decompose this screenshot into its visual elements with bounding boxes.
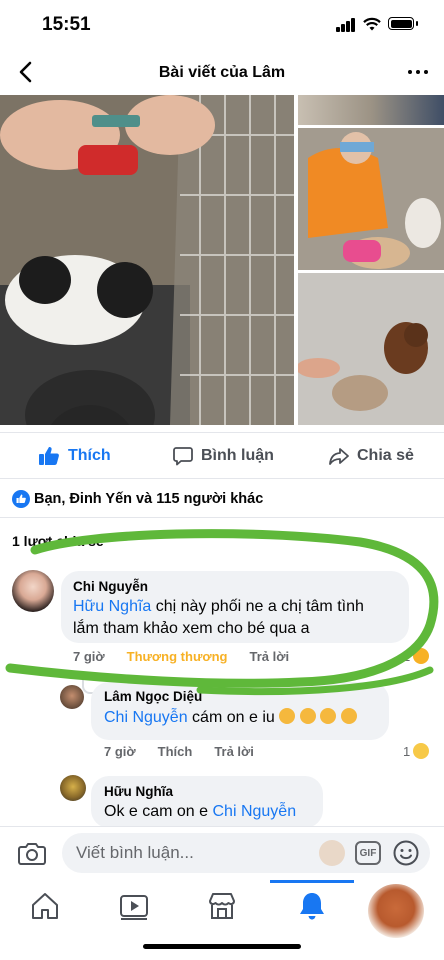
video-icon[interactable]: [118, 890, 150, 922]
nav-header: Bài viết của Lâm: [0, 52, 444, 92]
mention-link[interactable]: Chi Nguyễn: [104, 709, 188, 726]
photo-grid[interactable]: [0, 95, 444, 425]
comment-time: 7 giờ: [104, 744, 136, 759]
more-icon[interactable]: [406, 64, 430, 80]
home-indicator: [143, 944, 301, 949]
post-photo-4[interactable]: [298, 273, 444, 425]
comment-item: Chi Nguyễn Hữu Nghĩa chị này phối ne a c…: [0, 560, 444, 670]
comment-author[interactable]: Lâm Ngọc Diệu: [104, 689, 202, 704]
post-action-bar: Thích Bình luận Chia sẻ: [0, 432, 444, 478]
speech-bubble-icon: [173, 447, 193, 466]
battery-icon: [388, 17, 414, 30]
reply-button[interactable]: Trả lời: [214, 744, 254, 759]
reaction-summary[interactable]: Bạn, Đinh Yến và 115 người khác: [0, 478, 444, 518]
wifi-icon: [363, 17, 381, 31]
comment-item: Lâm Ngọc Diệu Chi Nguyễn cám on e iu 7 g…: [0, 680, 444, 760]
comment-text: Ok e cam on e Chi Nguyễn: [104, 801, 324, 823]
camera-icon[interactable]: [18, 840, 46, 866]
gif-icon[interactable]: GIF: [355, 841, 381, 865]
avatar-sticker-icon[interactable]: [319, 840, 345, 866]
comment-author[interactable]: Hữu Nghĩa: [104, 784, 173, 799]
reaction-summary-text: Bạn, Đinh Yến và 115 người khác: [34, 491, 264, 507]
like-comment-button[interactable]: Thích: [158, 744, 193, 759]
comment-text-body: Ok e cam on e: [104, 803, 213, 820]
comment-reaction-count[interactable]: 1: [403, 743, 430, 759]
notifications-icon[interactable]: [296, 890, 328, 922]
home-icon[interactable]: [29, 890, 61, 922]
haha-emoji-icon: [413, 743, 430, 759]
comment-label: Bình luận: [201, 447, 274, 464]
comment-composer: Viết bình luận... GIF: [0, 826, 444, 880]
like-label: Thích: [68, 447, 111, 464]
post-photo-3[interactable]: [298, 128, 444, 270]
like-button[interactable]: Thích: [38, 445, 111, 467]
smiley-icon[interactable]: [393, 840, 419, 866]
comment-text-body: cám on e iu: [187, 709, 275, 726]
mention-link[interactable]: Hữu Nghĩa: [73, 598, 151, 615]
comment-text-line1: chị này phối ne a chị tâm tình: [151, 598, 364, 615]
active-tab-indicator: [270, 880, 354, 883]
profile-menu-avatar[interactable]: [368, 884, 424, 938]
avatar[interactable]: [60, 685, 84, 709]
comment-text: Chi Nguyễn cám on e iu: [104, 707, 394, 729]
share-button[interactable]: Chia sẻ: [329, 445, 414, 467]
thumbs-up-icon: [39, 447, 59, 465]
share-count[interactable]: 1 lượt chia sẻ: [12, 533, 104, 549]
heart-eyes-emoji-icon: [340, 708, 357, 724]
avatar[interactable]: [12, 570, 54, 612]
comment-input-placeholder: Viết bình luận...: [76, 843, 194, 862]
heart-eyes-emoji-icon: [320, 708, 337, 724]
comment-text-line2: lắm tham khảo xem cho bé qua a: [73, 620, 310, 637]
status-time: 15:51: [42, 14, 91, 35]
comment-meta: 7 giờ Thích Trả lời: [104, 744, 254, 759]
post-photo-main[interactable]: [0, 95, 294, 425]
react-button[interactable]: Thương thương: [127, 649, 228, 664]
smiling-hearts-emoji-icon: [279, 708, 296, 724]
comment-input[interactable]: Viết bình luận... GIF: [62, 833, 430, 873]
smiling-hearts-emoji-icon: [299, 708, 316, 724]
like-reaction-icon: [12, 490, 30, 508]
page-title: Bài viết của Lâm: [158, 64, 286, 81]
comment-text: Hữu Nghĩa chị này phối ne a chị tâm tình…: [73, 596, 413, 640]
battery-cap: [416, 21, 418, 26]
reaction-count: 1: [403, 648, 411, 664]
marketplace-icon[interactable]: [206, 890, 238, 922]
comment-author[interactable]: Chi Nguyễn: [73, 579, 148, 594]
reaction-count: 1: [403, 743, 411, 759]
comment-meta: 7 giờ Thương thương Trả lời: [73, 649, 289, 664]
post-photo-2[interactable]: [298, 95, 444, 125]
signal-icon: [336, 18, 356, 32]
comment-time: 7 giờ: [73, 649, 105, 664]
comment-button[interactable]: Bình luận: [173, 445, 274, 467]
comment-reaction-count[interactable]: 1: [403, 648, 430, 664]
avatar[interactable]: [60, 775, 86, 801]
status-bar: 15:51: [0, 0, 444, 50]
reply-button[interactable]: Trả lời: [249, 649, 289, 664]
share-arrow-icon: [329, 448, 349, 465]
care-emoji-icon: [413, 648, 430, 664]
bottom-tab-bar: [0, 880, 444, 942]
share-label: Chia sẻ: [357, 447, 414, 464]
comment-item: Hữu Nghĩa Ok e cam on e Chi Nguyễn: [0, 770, 444, 828]
mention-link[interactable]: Chi Nguyễn: [213, 803, 297, 820]
